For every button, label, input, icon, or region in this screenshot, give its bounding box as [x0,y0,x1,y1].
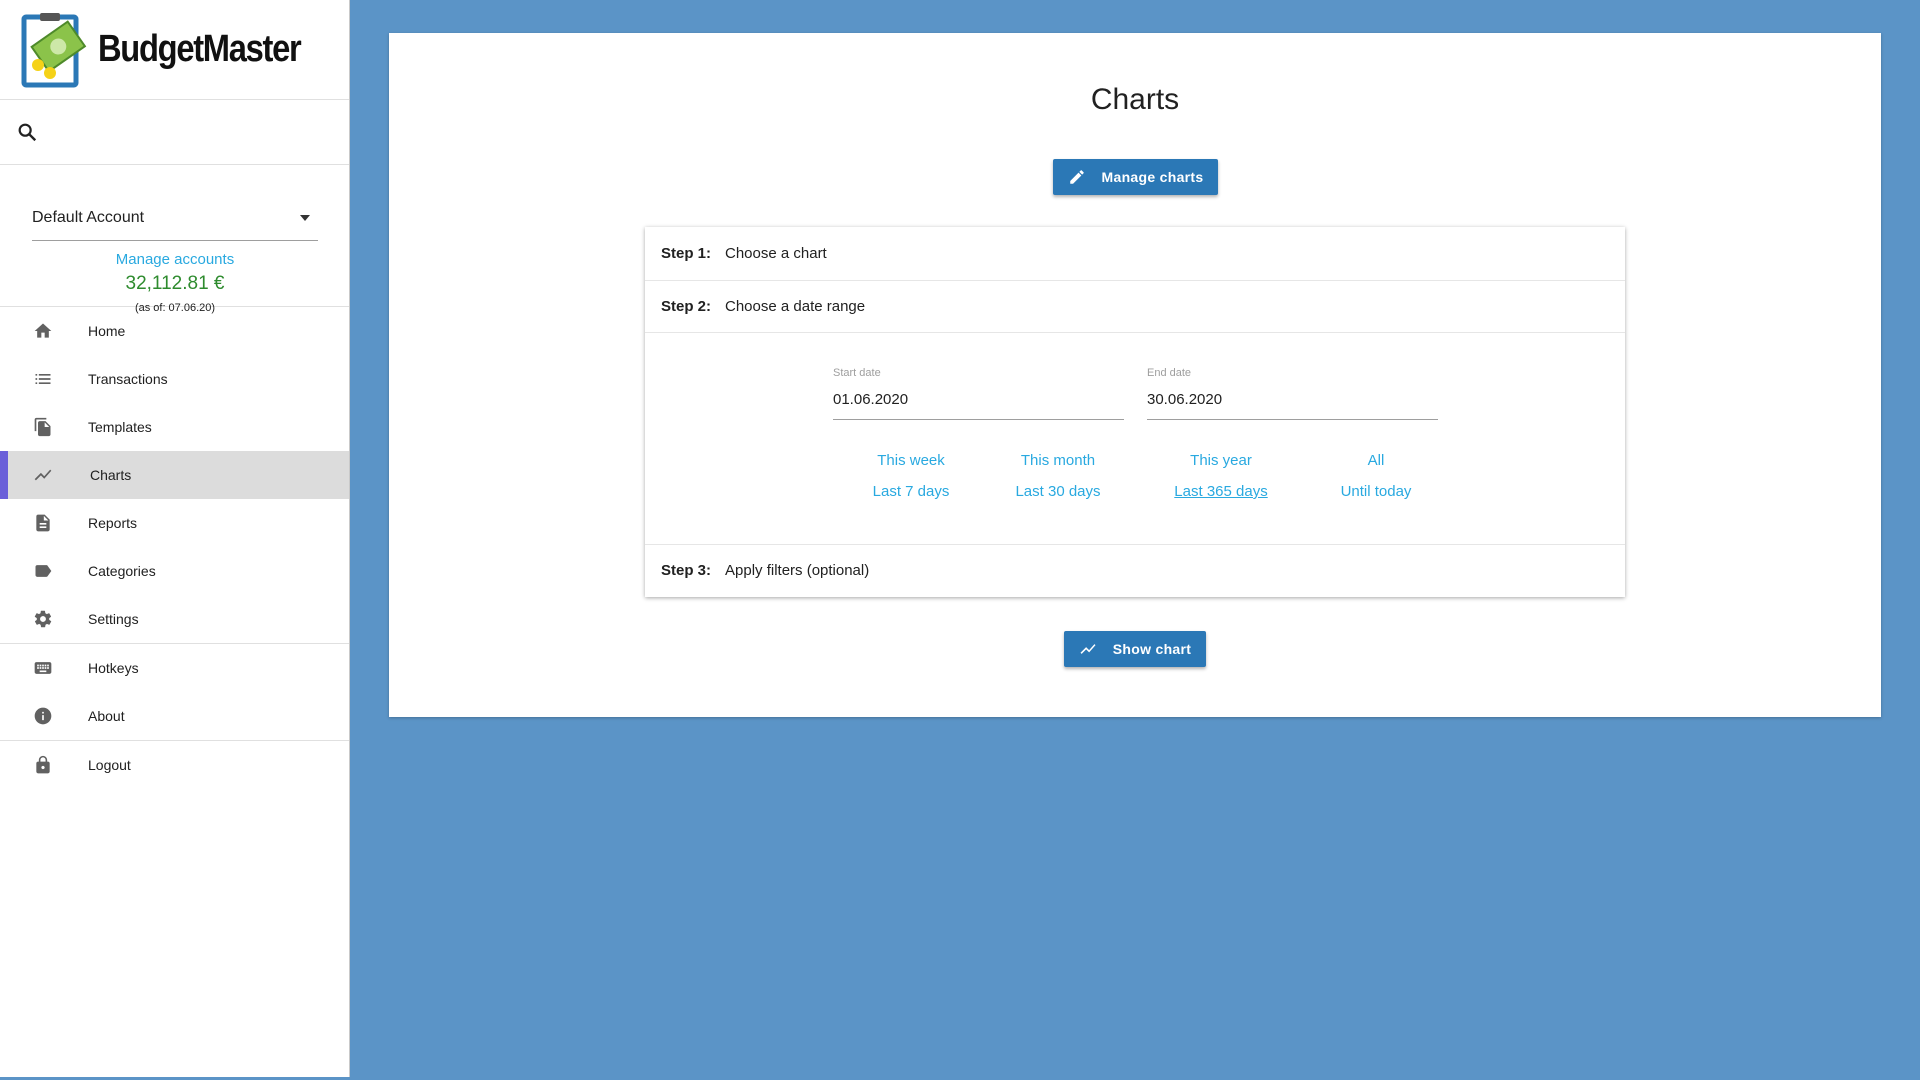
chart-stepper: Step 1: Choose a chart Step 2: Choose a … [645,227,1625,597]
logo-area: BudgetMaster [0,0,349,100]
sidebar-nav-secondary: Hotkeys About [0,644,349,740]
keyboard-icon [34,662,52,674]
quick-range-this-week[interactable]: This week [841,452,981,469]
start-date-input[interactable]: 01.06.2020 [833,391,1124,420]
step-apply-filters[interactable]: Step 3: Apply filters (optional) [645,544,1625,596]
step-title: Choose a chart [725,245,827,262]
show-chart-button[interactable]: Show chart [1064,631,1206,667]
quick-range-this-year[interactable]: This year [1151,452,1291,469]
sidebar-item-label: Charts [90,467,132,483]
sidebar-item-logout[interactable]: Logout [0,741,349,789]
sidebar-item-label: Transactions [88,371,168,387]
app-title: BudgetMaster [98,28,302,70]
sidebar-item-label: Hotkeys [88,660,139,676]
quick-range-until-today[interactable]: Until today [1306,483,1446,500]
sidebar: BudgetMaster Default Account Manage acco… [0,0,350,1077]
step-choose-chart[interactable]: Step 1: Choose a chart [645,227,1625,281]
sidebar-item-hotkeys[interactable]: Hotkeys [0,644,349,692]
sidebar-item-charts[interactable]: Charts [0,451,349,499]
trending-icon [34,469,52,481]
info-icon [34,707,52,725]
pencil-icon [1069,170,1084,184]
account-panel: Default Account Manage accounts 32,112.8… [0,165,350,314]
sidebar-item-label: Logout [88,757,131,773]
end-date-field[interactable]: End date 30.06.2020 [1147,367,1438,420]
manage-charts-button[interactable]: Manage charts [1053,159,1218,195]
home-icon [34,323,52,338]
step-title: Apply filters (optional) [725,562,870,579]
sidebar-item-label: About [88,708,125,724]
charts-card: Charts Manage charts Step 1: Choose a ch… [389,33,1881,717]
account-select-value: Default Account [32,208,145,226]
step-number: Step 2: [661,298,712,315]
account-select[interactable]: Default Account [32,195,318,241]
manage-accounts-link[interactable]: Manage accounts [0,251,350,268]
sidebar-item-label: Settings [88,611,139,627]
sidebar-item-label: Reports [88,515,138,531]
search-icon [18,123,37,142]
start-date-field[interactable]: Start date 01.06.2020 [833,367,1124,420]
gear-icon [34,610,52,628]
copy-icon [34,417,51,437]
search-button[interactable] [0,100,349,165]
step-date-range[interactable]: Step 2: Choose a date range [645,281,1625,333]
lock-icon [36,755,50,774]
sidebar-item-categories[interactable]: Categories [0,547,349,595]
manage-charts-label: Manage charts [1101,169,1204,185]
sidebar-item-transactions[interactable]: Transactions [0,355,349,403]
start-date-label: Start date [833,367,881,379]
sidebar-nav: Home Transactions Templates Charts Repor… [0,307,349,643]
quick-range-last-30-days[interactable]: Last 30 days [988,483,1128,500]
sidebar-item-settings[interactable]: Settings [0,595,349,643]
sidebar-item-about[interactable]: About [0,692,349,740]
end-date-label: End date [1147,367,1192,379]
page-title: Charts [1090,83,1180,116]
list-icon [35,374,51,384]
sidebar-item-label: Home [88,323,126,339]
sidebar-item-reports[interactable]: Reports [0,499,349,547]
sidebar-item-label: Templates [88,419,152,435]
quick-range-last-365-days[interactable]: Last 365 days [1151,483,1291,500]
app-logo [20,9,92,91]
chevron-down-icon [300,214,310,221]
end-date-input[interactable]: 30.06.2020 [1147,391,1438,420]
sidebar-nav-logout: Logout [0,741,349,789]
quick-range-this-month[interactable]: This month [988,452,1128,469]
quick-range-all[interactable]: All [1306,452,1446,469]
sidebar-item-label: Categories [88,563,156,579]
sidebar-item-templates[interactable]: Templates [0,403,349,451]
label-icon [35,565,52,577]
step-title: Choose a date range [725,298,866,315]
step-number: Step 3: [661,562,712,579]
step-number: Step 1: [661,245,712,262]
quick-range-last-7-days[interactable]: Last 7 days [841,483,981,500]
trending-icon [1080,644,1096,654]
show-chart-label: Show chart [1112,641,1192,657]
account-balance: 32,112.81 € [125,273,225,294]
sidebar-item-home[interactable]: Home [0,307,349,355]
document-icon [36,514,50,532]
